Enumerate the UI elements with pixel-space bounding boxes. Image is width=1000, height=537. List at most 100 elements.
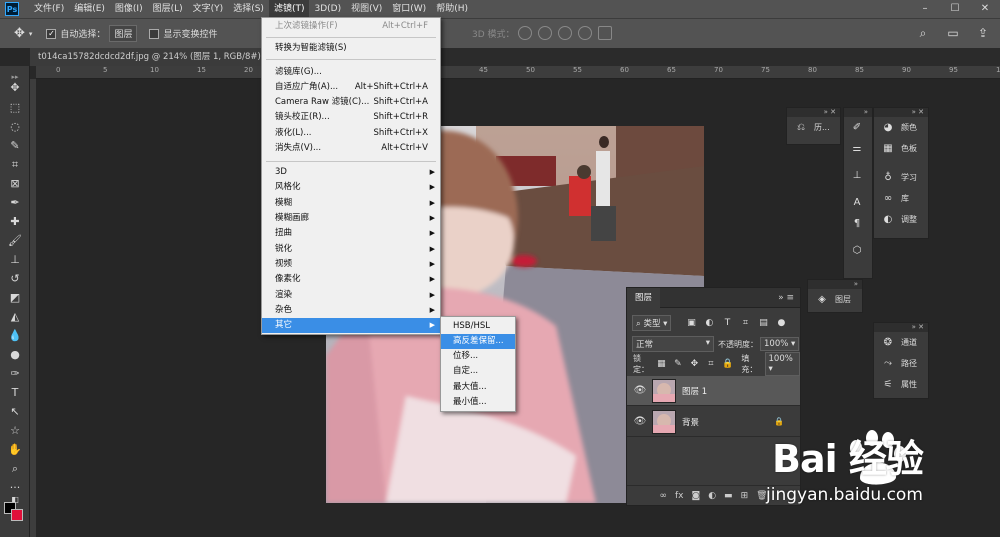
adjustment-icon[interactable]: ◐ bbox=[708, 491, 716, 501]
move-tool[interactable]: ✥ bbox=[5, 79, 25, 96]
menu-item-distort[interactable]: 扭曲 ▶ bbox=[262, 226, 440, 241]
menu-help[interactable]: 帮助(H) bbox=[431, 0, 473, 18]
visibility-eye-icon[interactable]: 👁 bbox=[633, 385, 647, 396]
menu-item-liquify[interactable]: 液化(L)... Shift+Ctrl+X bbox=[262, 126, 440, 141]
filter-type-icon[interactable]: T bbox=[721, 317, 733, 329]
eyedropper-tool[interactable]: ✒ bbox=[5, 194, 25, 211]
menu-item-adaptive-wide-angle[interactable]: 自适应广角(A)... Alt+Shift+Ctrl+A bbox=[262, 80, 440, 95]
sliders-icon[interactable]: ⚌ bbox=[844, 138, 872, 159]
panel-item-properties[interactable]: ⚟ 属性 bbox=[874, 374, 928, 395]
lasso-tool[interactable]: ◌ bbox=[5, 118, 25, 135]
search-icon[interactable]: ⌕ bbox=[914, 24, 932, 42]
panel-item-learn[interactable]: ♁ 学习 bbox=[874, 167, 928, 188]
new-layer-icon[interactable]: ⊞ bbox=[741, 491, 749, 501]
fx-icon[interactable]: fx bbox=[675, 491, 684, 501]
pen-tool[interactable]: ✑ bbox=[5, 365, 25, 382]
workspace-icon[interactable]: ▭ bbox=[944, 24, 962, 42]
menu-type[interactable]: 文字(Y) bbox=[188, 0, 229, 18]
frame-tool[interactable]: ⊠ bbox=[5, 175, 25, 192]
filter-smart-object-icon[interactable]: ▤ bbox=[757, 317, 769, 329]
clone-source-icon[interactable]: ⊥ bbox=[844, 165, 872, 186]
menu-item-stylize[interactable]: 风格化 ▶ bbox=[262, 180, 440, 195]
document-tab[interactable]: t014ca15782dcdcd2df.jpg @ 214% (图层 1, RG… bbox=[30, 48, 280, 66]
submenu-item-custom[interactable]: 自定... bbox=[441, 364, 515, 379]
visibility-eye-icon[interactable]: 👁 bbox=[633, 416, 647, 427]
submenu-item-high-pass[interactable]: 高反差保留... bbox=[441, 334, 515, 349]
share-icon[interactable]: ⇪ bbox=[974, 24, 992, 42]
menu-item-filter-gallery[interactable]: 滤镜库(G)... bbox=[262, 65, 440, 80]
3d-pan-icon[interactable] bbox=[558, 26, 572, 40]
3d-roll-icon[interactable] bbox=[538, 26, 552, 40]
panel-item-adjustments[interactable]: ◐ 调整 bbox=[874, 209, 928, 230]
opacity-input[interactable]: 100% ▾ bbox=[760, 337, 800, 351]
3d-slide-icon[interactable] bbox=[578, 26, 592, 40]
lock-artboard-icon[interactable]: ⌗ bbox=[706, 358, 717, 370]
tool-preset-chevron-icon[interactable]: ▾ bbox=[29, 30, 33, 38]
brush-tool[interactable]: 🖌 bbox=[5, 232, 25, 249]
fill-input[interactable]: 100% ▾ bbox=[764, 352, 800, 376]
filter-toggle-icon[interactable]: ● bbox=[775, 317, 787, 329]
lock-pixels-icon[interactable]: ✎ bbox=[673, 358, 684, 370]
lock-all-icon[interactable]: 🔒 bbox=[722, 358, 733, 370]
auto-select-dropdown[interactable]: 图层 bbox=[109, 25, 138, 42]
menu-layer[interactable]: 图层(L) bbox=[148, 0, 188, 18]
brush-settings-icon[interactable]: ✐ bbox=[844, 117, 872, 138]
maximize-button[interactable]: ☐ bbox=[940, 0, 970, 18]
panel-item-paths[interactable]: ⤳ 路径 bbox=[874, 353, 928, 374]
panel-collapse-icon[interactable]: » bbox=[808, 280, 862, 289]
marquee-tool[interactable]: ⬚ bbox=[5, 99, 25, 116]
menu-item-3d[interactable]: 3D ▶ bbox=[262, 165, 440, 180]
paint-bucket-tool[interactable]: ◭ bbox=[5, 308, 25, 325]
menu-item-lens-correction[interactable]: 镜头校正(R)... Shift+Ctrl+R bbox=[262, 110, 440, 125]
menu-item-blur[interactable]: 模糊 ▶ bbox=[262, 196, 440, 211]
background-color-swatch[interactable] bbox=[11, 509, 23, 521]
panel-collapse-icon[interactable]: » ✕ bbox=[874, 108, 928, 117]
link-icon[interactable]: ∞ bbox=[659, 491, 667, 501]
panel-item-history[interactable]: ⎌ 历... bbox=[787, 117, 840, 138]
submenu-item-maximum[interactable]: 最大值... bbox=[441, 380, 515, 395]
menu-item-noise[interactable]: 杂色 ▶ bbox=[262, 303, 440, 318]
paragraph-icon[interactable]: ¶ bbox=[844, 213, 872, 234]
healing-brush-tool[interactable]: ✚ bbox=[5, 213, 25, 230]
character-icon[interactable]: A bbox=[844, 192, 872, 213]
menu-item-pixelate[interactable]: 像素化 ▶ bbox=[262, 272, 440, 287]
menu-3d[interactable]: 3D(D) bbox=[309, 0, 346, 18]
panel-item-layers[interactable]: ◈ 图层 bbox=[808, 289, 862, 310]
menu-item-other[interactable]: 其它 ▶ bbox=[262, 318, 440, 333]
menu-item-camera-raw[interactable]: Camera Raw 滤镜(C)... Shift+Ctrl+A bbox=[262, 95, 440, 110]
filter-adjustment-icon[interactable]: ◐ bbox=[703, 317, 715, 329]
blur-tool[interactable]: 💧 bbox=[5, 327, 25, 344]
menu-window[interactable]: 窗口(W) bbox=[387, 0, 431, 18]
menu-item-sharpen[interactable]: 锐化 ▶ bbox=[262, 242, 440, 257]
shape-tool[interactable]: ☆ bbox=[5, 422, 25, 439]
menu-edit[interactable]: 编辑(E) bbox=[69, 0, 110, 18]
lock-position-icon[interactable]: ✥ bbox=[689, 358, 700, 370]
show-transform-checkbox[interactable] bbox=[149, 28, 160, 39]
panel-menu-icon[interactable]: » ≡ bbox=[778, 293, 794, 303]
eraser-tool[interactable]: ◩ bbox=[5, 289, 25, 306]
menu-select[interactable]: 选择(S) bbox=[228, 0, 269, 18]
folder-icon[interactable]: ▬ bbox=[724, 491, 733, 501]
quick-select-tool[interactable]: ✎ bbox=[5, 137, 25, 154]
menu-item-blur-gallery[interactable]: 模糊画廊 ▶ bbox=[262, 211, 440, 226]
layer-row-layer1[interactable]: 👁 图层 1 bbox=[627, 376, 800, 406]
type-tool[interactable]: T bbox=[5, 384, 25, 401]
menu-item-video[interactable]: 视频 ▶ bbox=[262, 257, 440, 272]
layer-kind-filter-dropdown[interactable]: ⌕ 类型 ▾ bbox=[632, 315, 672, 331]
menu-item-vanishing-point[interactable]: 消失点(V)... Alt+Ctrl+V bbox=[262, 141, 440, 156]
panel-item-channels[interactable]: ❂ 通道 bbox=[874, 332, 928, 353]
panel-item-swatches[interactable]: ▦ 色板 bbox=[874, 138, 928, 159]
menu-item-last-filter[interactable]: 上次滤镜操作(F) Alt+Ctrl+F bbox=[262, 19, 440, 34]
hand-tool[interactable]: ✋ bbox=[5, 441, 25, 458]
minimize-button[interactable]: – bbox=[910, 0, 940, 18]
panel-collapse-icon[interactable]: » ✕ bbox=[874, 323, 928, 332]
panel-collapse-icon[interactable]: » ✕ bbox=[787, 108, 840, 117]
panel-item-libraries[interactable]: ∞ 库 bbox=[874, 188, 928, 209]
path-select-tool[interactable]: ↖ bbox=[5, 403, 25, 420]
3d-scale-icon[interactable] bbox=[598, 26, 612, 40]
crop-tool[interactable]: ⌗ bbox=[5, 156, 25, 173]
menu-filter[interactable]: 滤镜(T) bbox=[268, 0, 310, 18]
zoom-tool[interactable]: ⌕ bbox=[5, 460, 25, 477]
history-brush-tool[interactable]: ↺ bbox=[5, 270, 25, 287]
submenu-item-offset[interactable]: 位移... bbox=[441, 349, 515, 364]
